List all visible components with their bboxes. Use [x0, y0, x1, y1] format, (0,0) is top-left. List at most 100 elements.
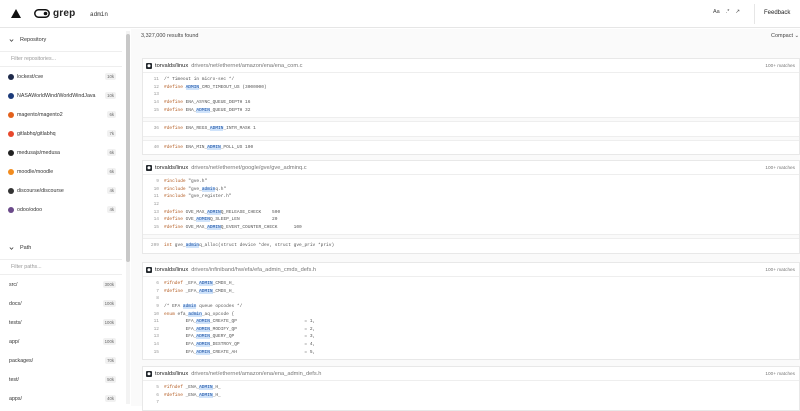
code-keyword: #define	[164, 288, 183, 294]
repo-filter-item[interactable]: gitlabhq/gitlabhq 7k	[0, 124, 122, 143]
result-file-path[interactable]: drivers/infiniband/hw/efa/efa_admin_cmds…	[191, 267, 316, 273]
path-name: app/	[9, 338, 20, 345]
code-snippet: 9 #include "gve.h" 10 #include "gve_adminq.…	[143, 175, 799, 253]
path-filter-item[interactable]: src/300k	[0, 275, 122, 294]
repo-name: magento/magento2	[17, 111, 63, 118]
search-box[interactable]	[90, 8, 750, 20]
grep-logo-text: grep	[53, 8, 76, 19]
match-highlight: ADMIN	[199, 385, 213, 391]
feedback-button[interactable]: Feedback	[764, 10, 790, 16]
repo-filter-item[interactable]: NASAWorldWind/WorldWindJava 10k	[0, 86, 122, 105]
line-number: 9	[156, 179, 159, 185]
code-line: 8	[143, 295, 799, 303]
repo-avatar-icon	[8, 130, 14, 137]
line-text: EFA_ADMIN_QUERY_QP = 3,	[164, 334, 316, 340]
code-line: 14 EFA_ADMIN_DESTROY_QP = 4,	[143, 341, 799, 349]
result-card-header[interactable]: torvalds/linux drivers/net/ethernet/googl…	[143, 161, 799, 175]
line-number: 8	[156, 296, 159, 302]
line-text: #define GVE_MAX_ADMINQ_EVENT_COUNTER_CHE…	[164, 224, 302, 230]
result-card: torvalds/linux drivers/net/ethernet/amazo…	[142, 366, 800, 411]
path-count-badge: 100k	[102, 338, 116, 345]
repository-label: Repository	[20, 37, 47, 43]
code-line: 209 int gve_adminq_alloc(struct device *d…	[143, 242, 799, 250]
result-repo-link[interactable]: torvalds/linux	[155, 371, 188, 377]
code-line: 6 #ifndef _EFA_ADMIN_CMDS_H_	[143, 280, 799, 288]
line-text: #include "gve.h"	[164, 179, 208, 185]
result-match-count: 100+ matches	[765, 165, 795, 170]
sidebar-scrollbar-thumb[interactable]	[126, 34, 130, 262]
result-card-header[interactable]: torvalds/linux drivers/net/ethernet/amazo…	[143, 59, 799, 73]
result-card-header[interactable]: torvalds/linux drivers/net/ethernet/amazo…	[143, 367, 799, 381]
code-line: 13	[143, 91, 799, 99]
line-number: 11	[153, 194, 159, 200]
regex-toggle[interactable]: .*	[726, 9, 730, 15]
path-filter-item[interactable]: test/50k	[0, 370, 122, 389]
repo-avatar-icon	[8, 168, 14, 175]
code-line: 13 #define GVE_MAX_ADMINQ_RELEASE_CHECK 5…	[143, 208, 799, 216]
repo-filter-item[interactable]: lockest/cve 10k	[0, 67, 122, 86]
repo-name: gitlabhq/gitlabhq	[17, 130, 56, 137]
path-name: test/	[9, 376, 20, 383]
compact-view-dropdown[interactable]: Compact ⌄	[771, 33, 799, 39]
line-number: 5	[156, 385, 159, 391]
result-file-path[interactable]: drivers/net/ethernet/amazon/ena/ena_com.…	[191, 63, 302, 69]
line-text: #ifndef _EFA_ADMIN_CMDS_H_	[164, 281, 235, 287]
repo-count-badge: 6k	[107, 111, 116, 118]
line-text: #define _ENA_ADMIN_H_	[164, 392, 221, 398]
line-number: 40	[153, 144, 159, 150]
repo-filter-item[interactable]: discourse/discourse 4k	[0, 181, 122, 200]
path-filter-item[interactable]: tests/100k	[0, 313, 122, 332]
search-input[interactable]	[90, 10, 690, 18]
line-text: int gve_adminq_alloc(struct device *dev,…	[164, 243, 335, 249]
repo-filter-item[interactable]: magento/magento2 6k	[0, 105, 122, 124]
match-highlight: ADMIN	[199, 288, 213, 294]
match-highlight: ADMIN	[207, 144, 221, 150]
repo-avatar-icon	[8, 187, 14, 194]
filter-repositories-input[interactable]: Filter repositories...	[0, 51, 122, 67]
line-text: EFA_ADMIN_DESTROY_QP = 4,	[164, 342, 316, 348]
line-text: #define GVE_MAX_ADMINQ_RELEASE_CHECK 500	[164, 209, 281, 215]
code-line: 12 EFA_ADMIN_MODIFY_QP = 2,	[143, 326, 799, 334]
path-filter-item[interactable]: packages/70k	[0, 351, 122, 370]
repo-count-badge: 6k	[107, 168, 116, 175]
result-repo-link[interactable]: torvalds/linux	[155, 267, 188, 273]
repo-filter-item[interactable]: medusajs/medusa 6k	[0, 143, 122, 162]
path-filter-item[interactable]: apps/40k	[0, 389, 122, 408]
path-count-badge: 50k	[105, 376, 116, 383]
code-line: 36 #define ENA_REGS_ADMIN_INTR_MASK 1	[143, 125, 799, 133]
line-number: 13	[153, 334, 159, 340]
result-repo-link[interactable]: torvalds/linux	[155, 63, 188, 69]
sidebar: Repository Filter repositories... lockes…	[0, 29, 122, 406]
result-repo-link[interactable]: torvalds/linux	[155, 165, 188, 171]
filter-paths-input[interactable]: Filter paths...	[0, 259, 122, 275]
whole-word-toggle[interactable]: ↗	[735, 9, 740, 15]
match-highlight: ADMIN	[199, 392, 213, 398]
code-line: 11 /* Timeout in micro-sec */	[143, 76, 799, 84]
repo-name: medusajs/medusa	[17, 149, 60, 156]
result-card: torvalds/linux drivers/net/ethernet/googl…	[142, 160, 800, 254]
vercel-logo-icon[interactable]	[11, 9, 21, 18]
top-divider	[754, 4, 755, 24]
match-highlight: ADMIN	[196, 342, 210, 348]
code-line: 10 #include "gve_adminq.h"	[143, 186, 799, 194]
code-snippet: 5 #ifndef _ENA_ADMIN_H_ 6 #define _ENA_ADMI…	[143, 381, 799, 410]
path-name: docs/	[9, 300, 22, 307]
repo-filter-item[interactable]: moodle/moodle 6k	[0, 162, 122, 181]
code-line: 12 #define ADMIN_CMD_TIMEOUT_US (3000000)	[143, 84, 799, 92]
path-filter-item[interactable]: app/100k	[0, 332, 122, 351]
result-card-header[interactable]: torvalds/linux drivers/infiniband/hw/efa/…	[143, 263, 799, 277]
line-text: enum efa_admin_aq_opcode {	[164, 311, 235, 317]
match-highlight: ADMIN	[196, 319, 210, 325]
repo-name: discourse/discourse	[17, 187, 64, 194]
path-filter-item[interactable]: docs/100k	[0, 294, 122, 313]
repository-section-header[interactable]: Repository	[0, 29, 122, 51]
case-sensitive-toggle[interactable]: Aa	[713, 9, 720, 15]
match-highlight: admin	[188, 311, 202, 317]
result-file-path[interactable]: drivers/net/ethernet/amazon/ena/ena_admi…	[191, 371, 321, 377]
grep-logo[interactable]: grep	[34, 8, 75, 19]
result-file-path[interactable]: drivers/net/ethernet/google/gve/gve_admi…	[191, 165, 306, 171]
repo-filter-item[interactable]: odoo/odoo 4k	[0, 200, 122, 219]
github-icon	[146, 266, 152, 273]
path-section-header[interactable]: Path	[0, 237, 122, 259]
repo-avatar-icon	[8, 92, 14, 99]
